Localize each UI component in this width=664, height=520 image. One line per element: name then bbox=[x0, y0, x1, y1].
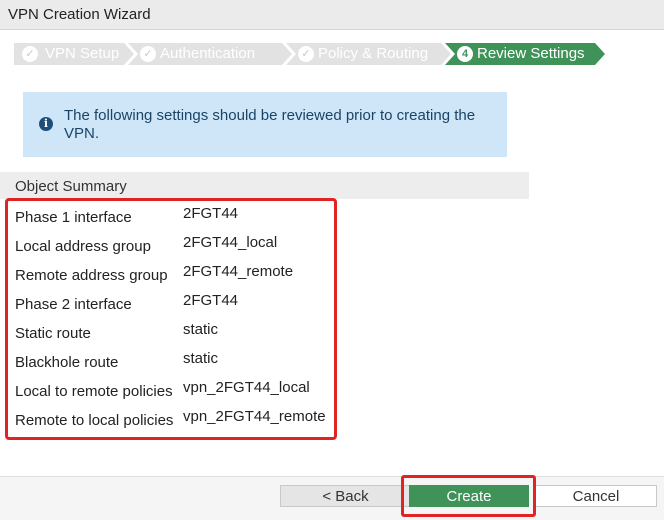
window-title: VPN Creation Wizard bbox=[8, 6, 151, 23]
step-policy-routing[interactable]: ✓ Policy & Routing bbox=[286, 43, 451, 65]
info-message: i The following settings should be revie… bbox=[23, 92, 507, 157]
title-bar: VPN Creation Wizard bbox=[0, 0, 664, 30]
step-authentication[interactable]: ✓ Authentication bbox=[128, 43, 292, 65]
info-icon: i bbox=[39, 117, 53, 131]
check-icon: ✓ bbox=[22, 46, 38, 62]
check-icon: ✓ bbox=[298, 46, 314, 62]
wizard-steps: ✓ VPN Setup ✓ Authentication ✓ Policy & … bbox=[14, 43, 614, 65]
highlight-box-create bbox=[401, 475, 536, 517]
highlight-box-summary bbox=[5, 198, 337, 440]
info-text: The following settings should be reviewe… bbox=[64, 107, 476, 142]
object-summary-header: Object Summary bbox=[0, 172, 529, 199]
step-vpn-setup[interactable]: ✓ VPN Setup bbox=[14, 43, 134, 65]
section-title: Object Summary bbox=[15, 178, 127, 195]
check-icon: ✓ bbox=[140, 46, 156, 62]
step-number-icon: 4 bbox=[457, 46, 473, 62]
step-label: VPN Setup bbox=[45, 45, 120, 62]
step-label: Authentication bbox=[160, 45, 256, 62]
cancel-button[interactable]: Cancel bbox=[535, 485, 657, 507]
step-review-settings[interactable]: 4 Review Settings bbox=[445, 43, 605, 65]
back-button[interactable]: < Back bbox=[280, 485, 411, 507]
step-label: Review Settings bbox=[477, 45, 585, 62]
step-label: Policy & Routing bbox=[318, 45, 429, 62]
